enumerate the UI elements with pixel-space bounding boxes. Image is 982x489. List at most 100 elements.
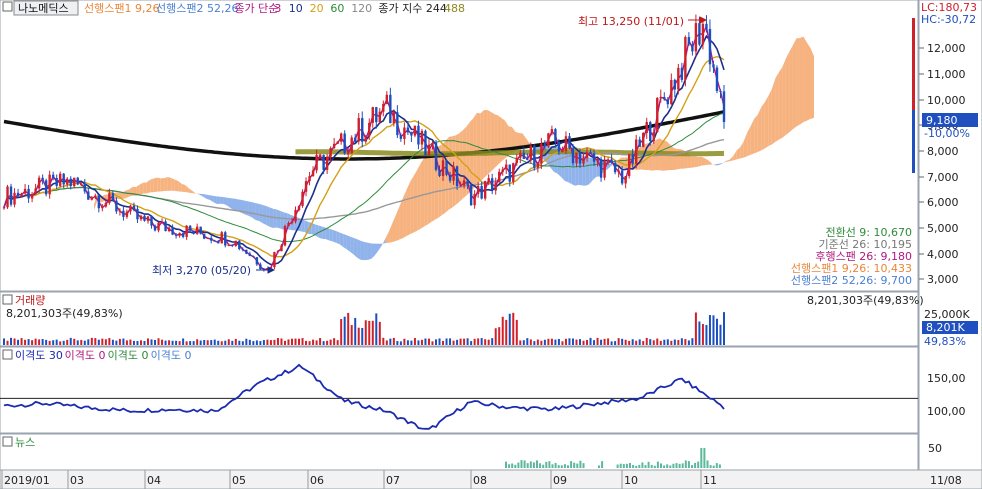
volume-bar-57 [203,340,206,345]
candle-body-123 [434,142,438,170]
volume-bar-86 [305,340,308,345]
date-label-2: 04 [147,474,161,487]
news-bar-57 [681,463,684,468]
volume-bar-130 [459,338,462,345]
volume-bar-22 [80,339,83,345]
candle-body-90 [318,154,322,156]
news-bar-1 [508,464,511,468]
candle-body-38 [136,208,139,220]
candle-body-153 [540,143,543,164]
volume-bar-36 [129,339,132,345]
volume-bar-116 [410,340,413,345]
candle-body-60 [213,240,216,242]
candle-body-47 [167,227,171,232]
news-bar-23 [576,463,579,468]
volume-bar-82 [291,338,293,345]
cloud-segment-171 [694,156,699,168]
news-bar-4 [517,462,520,468]
volume-bar-97 [343,316,346,345]
cloud-segment-13 [139,182,144,195]
price-tick-6: 6,000 [927,196,959,209]
candle-body-100 [354,137,357,142]
volume-bar-164 [579,339,581,345]
news-bar-16 [554,462,557,468]
volume-bar-35 [125,340,128,345]
candle-body-151 [533,145,536,168]
collapse-toggle-icon[interactable] [2,1,13,12]
candle-body-29 [104,202,108,207]
volume-bar-21 [76,340,79,345]
volume-bar-0 [3,338,5,345]
volume-bar-41 [147,338,149,345]
candle-body-65 [231,244,234,246]
candle-body-182 [642,132,645,147]
volume-bar-118 [417,340,420,345]
volume-bar-132 [466,338,469,345]
candle-body-194 [684,37,687,80]
candle-body-204 [719,91,722,93]
volume-bar-33 [118,338,121,345]
candle-body-101 [357,118,360,142]
news-bar-53 [669,465,672,468]
candle-body-199 [701,23,705,45]
volume-bar-198 [698,321,701,345]
cloud-segment-190 [761,102,765,151]
candle-body-203 [715,67,719,92]
news-collapse-icon[interactable] [2,436,13,447]
cloud-segment-47 [259,203,263,224]
header-item-3: 3 [274,2,281,15]
candle-body-186 [656,97,659,133]
cloud-segment-14 [143,182,147,194]
volume-bar-126 [445,338,448,345]
volume-bar-187 [659,340,662,345]
candle-body-119 [420,130,424,145]
news-bar-63 [700,448,703,468]
volume-bar-47 [168,340,171,345]
volume-bar-64 [227,339,230,345]
volume-bar-73 [259,341,262,345]
candle-body-179 [631,154,634,164]
candle-body-125 [441,160,445,176]
news-bar-11 [539,463,542,468]
news-bar-39 [625,463,628,468]
cloud-segment-62 [311,223,316,236]
candle-body-39 [139,215,143,220]
volume-bar-188 [663,339,666,345]
candle-body-111 [392,112,396,124]
candle-body-197 [694,23,698,52]
candle-body-138 [487,178,490,182]
candle-body-53 [188,225,192,231]
candle-body-45 [160,221,164,223]
news-bar-15 [551,464,554,468]
cloud-segment-68 [332,229,337,243]
candle-body-164 [578,152,582,164]
cloud-segment-191 [764,95,769,149]
disparity-tick-1: 100,00 [927,405,966,418]
volume-bar-53 [189,341,192,345]
volume-bar-70 [248,339,251,345]
volume-bar-122 [431,341,434,345]
volume-bar-74 [262,340,265,345]
volume-bar-34 [122,338,125,345]
volume-bar-28 [101,338,104,345]
volume-collapse-icon[interactable] [2,294,13,305]
volume-bar-93 [329,339,332,345]
volume-bar-121 [427,338,430,345]
volume-bar-29 [104,339,107,345]
candle-body-66 [234,240,238,246]
volume-bar-30 [108,338,111,345]
cloud-segment-104 [459,130,463,202]
volume-bar-1 [6,340,9,345]
candle-body-58 [206,237,209,239]
volume-bar-134 [473,338,476,345]
news-bar-12 [542,464,545,468]
volume-bar-123 [435,339,437,345]
candle-body-24 [87,191,90,200]
candle-body-43 [153,225,157,231]
hc-range-bar [912,110,915,173]
news-bar-69 [718,464,721,468]
news-bar-48 [653,465,656,468]
disparity-collapse-icon[interactable] [2,349,13,360]
volume-bar-138 [487,339,490,345]
volume-bar-192 [677,340,680,345]
